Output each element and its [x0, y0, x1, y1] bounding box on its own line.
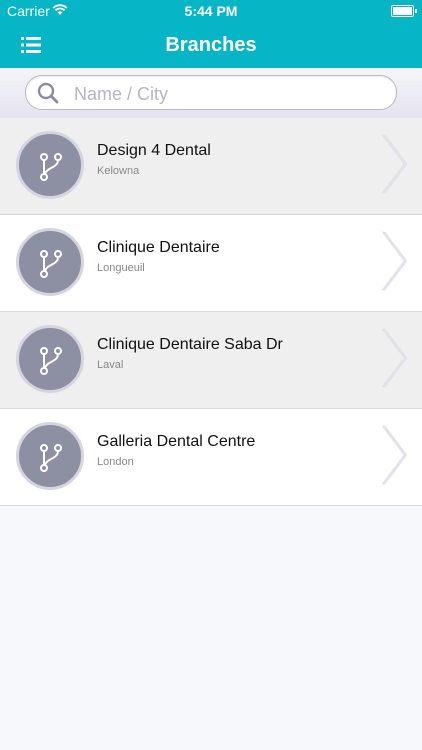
battery-icon: [391, 5, 417, 17]
search-input[interactable]: [72, 80, 376, 108]
branch-row[interactable]: Clinique Dentaire Saba Dr Laval: [0, 312, 422, 409]
branch-city: London: [97, 456, 134, 468]
chevron-right-icon: [381, 134, 408, 194]
branch-list: Design 4 Dental Kelowna Clinique Dentair…: [0, 118, 422, 506]
branch-city: Laval: [97, 359, 124, 371]
nav-bar: Branches: [0, 22, 422, 68]
branch-avatar: [16, 131, 84, 199]
branch-row[interactable]: Design 4 Dental Kelowna: [0, 118, 422, 215]
page-title: Branches: [165, 34, 257, 56]
branch-avatar: [16, 228, 84, 296]
chevron-right-icon: [381, 328, 408, 388]
branch-fork-icon: [40, 444, 62, 472]
branch-city: Longueuil: [97, 262, 145, 274]
branch-avatar: [16, 422, 84, 490]
search-area: [0, 68, 422, 118]
branch-fork-icon: [40, 347, 62, 375]
branch-name: Design 4 Dental: [97, 142, 211, 159]
branch-fork-icon: [40, 153, 62, 181]
branch-name: Clinique Dentaire: [97, 239, 220, 256]
branch-name: Galleria Dental Centre: [97, 433, 256, 450]
chevron-right-icon: [381, 231, 408, 291]
search-box[interactable]: [25, 75, 397, 110]
branch-row[interactable]: Clinique Dentaire Longueuil: [0, 215, 422, 312]
branch-avatar: [16, 325, 84, 393]
branch-fork-icon: [40, 250, 62, 278]
branch-city: Kelowna: [97, 165, 140, 177]
branch-name: Clinique Dentaire Saba Dr: [97, 336, 283, 353]
status-bar: Carrier 5:44 PM: [0, 0, 422, 22]
status-time: 5:44 PM: [184, 3, 238, 19]
search-icon: [37, 82, 59, 104]
branch-row[interactable]: Galleria Dental Centre London: [0, 409, 422, 506]
chevron-right-icon: [381, 425, 408, 485]
